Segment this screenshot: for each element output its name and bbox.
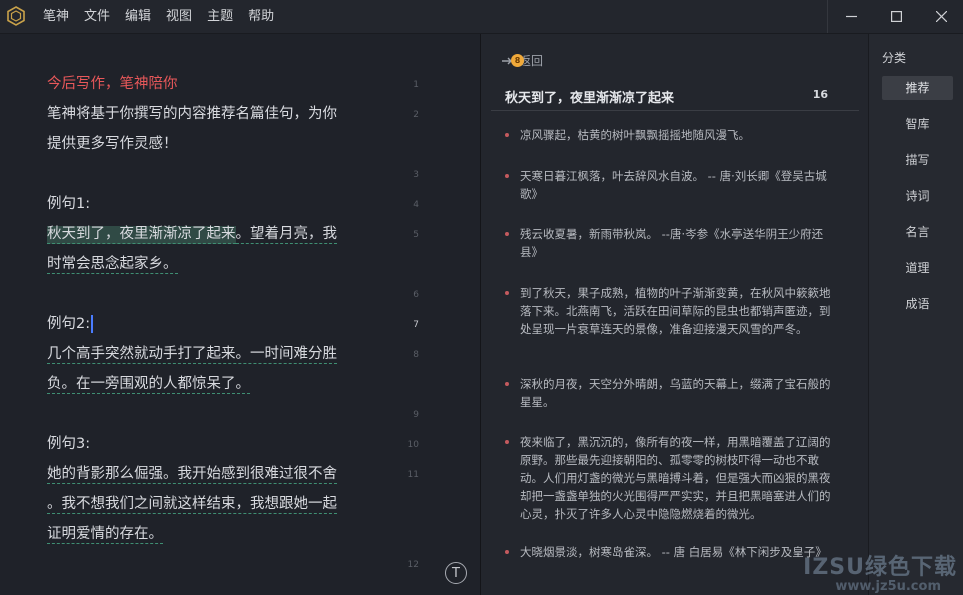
intro-heading: 今后写作，笔神陪你 [47, 76, 178, 92]
category-zhiku[interactable]: 智库 [882, 112, 953, 136]
category-poetry[interactable]: 诗词 [882, 184, 953, 208]
example-3-text-2: 。我不想我们之间就这样结束，我想跟她一起 [47, 496, 337, 514]
example-2-label-text: 例句2: [47, 316, 91, 332]
bullet-icon [505, 174, 509, 178]
example-1-text: 时常会思念起家乡。 [47, 256, 178, 274]
line-number: 6 [413, 290, 419, 300]
menu-bar: 笔神 文件 编辑 视图 主题 帮助 [43, 0, 289, 33]
example-3-text-1: 她的背影那么倔强。我开始感到很难过很不舍 [47, 466, 337, 484]
quote-text: 残云收夏暑，新雨带秋岚。 --唐·岑参《水亭送华阴王少府还县》 [520, 227, 824, 259]
category-sidebar: 分类 推荐 智库 描写 诗词 名言 道理 成语 [868, 34, 963, 595]
example-3-text-3: 证明爱情的存在。 [47, 526, 163, 544]
bullet-icon [505, 291, 509, 295]
maximize-icon [890, 11, 902, 22]
example-3-label: 例句3: [47, 436, 91, 452]
quote-text: 天寒日暮江枫落，叶去辞风水自波。 -- 唐·刘长卿《登吴古城歌》 [520, 169, 827, 201]
example-2-text-1: 几个高手突然就动手打了起来。一时间难分胜 [47, 346, 337, 364]
example-1-line-1: 秋天到了，夜里渐渐凉了起来。望着月亮，我 [47, 223, 337, 245]
quote-text: 大晓烟景淡，树寒岛雀深。 -- 唐 白居易《林下闲步及皇子》 [520, 545, 827, 559]
example-3-line-1: 她的背影那么倔强。我开始感到很难过很不舍 [47, 463, 337, 485]
quote-item[interactable]: 残云收夏暑，新雨带秋岚。 --唐·岑参《水亭送华阴王少府还县》 [505, 225, 840, 261]
minimize-icon [845, 15, 857, 18]
menu-view[interactable]: 视图 [166, 0, 192, 33]
quote-item[interactable]: 深秋的月夜，天空分外晴朗，乌蓝的天幕上，缀满了宝石般的星星。 [505, 375, 840, 411]
bullet-icon [505, 133, 509, 137]
example-1-rest: 。望着月亮，我 [235, 226, 337, 244]
bullet-icon [505, 232, 509, 236]
bullet-icon [505, 550, 509, 554]
line-number: 3 [413, 170, 419, 180]
quote-item[interactable]: 夜来临了，黑沉沉的，像所有的夜一样，用黑暗覆盖了辽阔的原野。那些最先迎接朝阳的、… [505, 433, 840, 523]
bullet-icon [505, 382, 509, 386]
category-heading: 分类 [882, 51, 907, 65]
highlighted-sentence[interactable]: 秋天到了，夜里渐渐凉了起来 [47, 226, 236, 244]
example-1-line-2: 时常会思念起家乡。 [47, 253, 178, 275]
category-quotes[interactable]: 名言 [882, 220, 953, 244]
category-description[interactable]: 描写 [882, 148, 953, 172]
line-number: 11 [407, 470, 419, 480]
app-logo-icon [7, 6, 25, 26]
quote-item[interactable]: 到了秋天，果子成熟，植物的叶子渐渐变黄，在秋风中簌簌地落下来。北燕南飞，活跃在田… [505, 284, 840, 338]
example-3-line-3: 证明爱情的存在。 [47, 523, 163, 545]
line-number: 2 [413, 110, 419, 120]
notification-badge: 8 [511, 54, 524, 67]
quote-text: 到了秋天，果子成熟，植物的叶子渐渐变黄，在秋风中簌簌地落下来。北燕南飞，活跃在田… [520, 286, 831, 336]
watermark: IZSU绿色下载 [803, 555, 957, 580]
menu-help[interactable]: 帮助 [248, 0, 274, 33]
watermark-url: www.jz5u.com [835, 579, 941, 594]
line-number: 5 [413, 230, 419, 240]
text-caret [91, 315, 94, 333]
example-1-label: 例句1: [47, 196, 91, 212]
example-2-line-2: 负。在一旁围观的人都惊呆了。 [47, 373, 250, 395]
line-number: 9 [413, 410, 419, 420]
panel-title: 秋天到了，夜里渐渐凉了起来 [505, 91, 675, 106]
intro-line-1: 笔神将基于你撰写的内容推荐名篇佳句，为你 [47, 106, 337, 122]
quote-text: 深秋的月夜，天空分外晴朗，乌蓝的天幕上，缀满了宝石般的星星。 [520, 377, 831, 409]
intro-line-2: 提供更多写作灵感！ [47, 136, 178, 152]
example-2-label: 例句2: [47, 313, 94, 335]
maximize-button[interactable] [873, 0, 919, 33]
menu-file[interactable]: 文件 [84, 0, 110, 33]
text-format-button[interactable]: T [445, 562, 467, 584]
quote-item[interactable]: 凉风骤起，枯黄的树叶飘飘摇摇地随风漫飞。 [505, 126, 840, 144]
editor-area[interactable]: 今后写作，笔神陪你 笔神将基于你撰写的内容推荐名篇佳句，为你 提供更多写作灵感！… [0, 34, 480, 595]
line-number-active: 7 [413, 320, 419, 330]
close-icon [935, 11, 947, 22]
line-number: 10 [407, 440, 419, 450]
example-2-line-1: 几个高手突然就动手打了起来。一时间难分胜 [47, 343, 337, 365]
category-recommend[interactable]: 推荐 [882, 76, 953, 100]
quote-text: 夜来临了，黑沉沉的，像所有的夜一样，用黑暗覆盖了辽阔的原野。那些最先迎接朝阳的、… [520, 435, 831, 521]
recommend-panel: 返回 8 秋天到了，夜里渐渐凉了起来 16 凉风骤起，枯黄的树叶飘飘摇摇地随风漫… [481, 34, 868, 595]
title-bar: 笔神 文件 编辑 视图 主题 帮助 [0, 0, 963, 34]
quote-item[interactable]: 天寒日暮江枫落，叶去辞风水自波。 -- 唐·刘长卿《登吴古城歌》 [505, 167, 840, 203]
minimize-button[interactable] [828, 0, 874, 33]
result-count: 16 [812, 88, 828, 101]
menu-edit[interactable]: 编辑 [125, 0, 151, 33]
line-number: 8 [413, 350, 419, 360]
bullet-icon [505, 440, 509, 444]
category-idioms[interactable]: 成语 [882, 292, 953, 316]
line-number: 12 [407, 560, 419, 570]
menu-theme[interactable]: 主题 [207, 0, 233, 33]
close-button[interactable] [918, 0, 963, 33]
quote-text: 凉风骤起，枯黄的树叶飘飘摇摇地随风漫飞。 [520, 128, 750, 142]
line-number: 1 [413, 80, 419, 90]
quote-item[interactable]: 大晓烟景淡，树寒岛雀深。 -- 唐 白居易《林下闲步及皇子》 [505, 543, 840, 561]
example-3-line-2: 。我不想我们之间就这样结束，我想跟她一起 [47, 493, 337, 515]
line-number: 4 [413, 200, 419, 210]
menu-bishen[interactable]: 笔神 [43, 0, 69, 33]
panel-divider [491, 110, 859, 111]
example-2-text-2: 负。在一旁围观的人都惊呆了。 [47, 376, 250, 394]
category-principles[interactable]: 道理 [882, 256, 953, 280]
